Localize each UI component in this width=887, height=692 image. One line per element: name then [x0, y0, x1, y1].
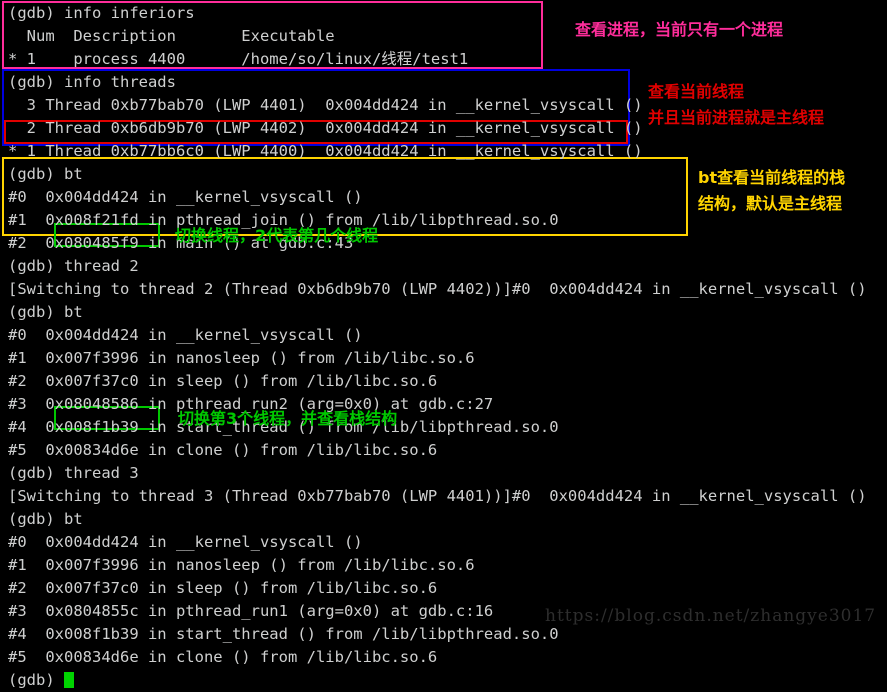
thread3-note: 切换第3个线程，并查看栈结构	[178, 409, 398, 428]
thread2-note: 切换线程，2代表第几个线程	[175, 226, 379, 245]
watermark: https://blog.csdn.net/zhangye3017	[545, 606, 877, 626]
threads-note-line1: 查看当前线程	[648, 82, 745, 101]
process-note: 查看进程，当前只有一个进程	[575, 20, 784, 39]
terminal-line: (gdb)	[8, 669, 74, 692]
text-cursor	[64, 672, 74, 688]
gdb-prompt: (gdb)	[8, 671, 64, 689]
bt-note-line1: bt查看当前线程的栈	[698, 168, 846, 187]
bt-note-line2: 结构，默认是主线程	[698, 194, 843, 213]
terminal-line: #5 0x00834d6e in clone () from /lib/libc…	[8, 648, 438, 666]
annotation-text-layer: 查看进程，当前只有一个进程查看当前线程并且当前进程就是主线程 bt查看当前线程的栈…	[0, 0, 887, 638]
threads-note-line2: 并且当前进程就是主线程	[648, 108, 825, 127]
